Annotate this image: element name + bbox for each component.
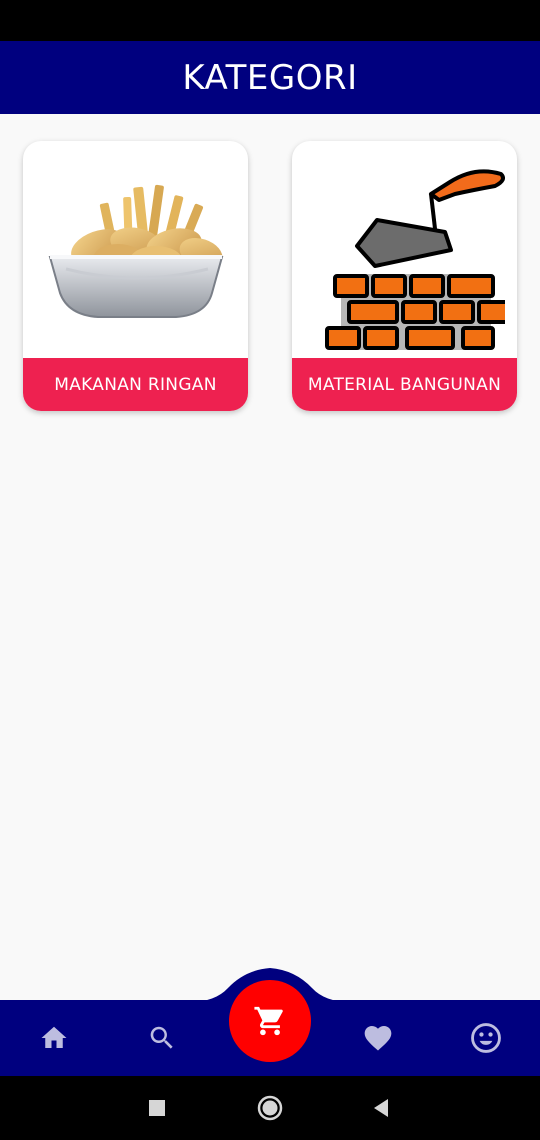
recents-icon[interactable] (142, 1094, 172, 1122)
page-title: KATEGORI (182, 57, 358, 98)
category-card-material-bangunan[interactable]: MATERIAL BANGUNAN (292, 141, 517, 411)
category-label: MAKANAN RINGAN (23, 358, 248, 411)
smiley-icon[interactable] (466, 1016, 506, 1060)
home-circle-icon[interactable] (255, 1094, 285, 1122)
bricks-trowel-icon (292, 141, 517, 358)
app-bar: KATEGORI (0, 41, 540, 114)
cart-button[interactable] (229, 980, 311, 1062)
category-card-makanan-ringan[interactable]: MAKANAN RINGAN (23, 141, 248, 411)
heart-icon[interactable] (358, 1016, 398, 1060)
status-bar (0, 0, 540, 41)
search-icon[interactable] (142, 1016, 182, 1060)
back-icon[interactable] (366, 1094, 396, 1122)
cart-icon (254, 1006, 283, 1036)
home-icon[interactable] (34, 1016, 74, 1060)
category-label: MATERIAL BANGUNAN (292, 358, 517, 411)
category-grid: MAKANAN RINGAN MATERIAL BANGUNAN (0, 114, 540, 1000)
snack-bowl-icon (23, 141, 248, 358)
